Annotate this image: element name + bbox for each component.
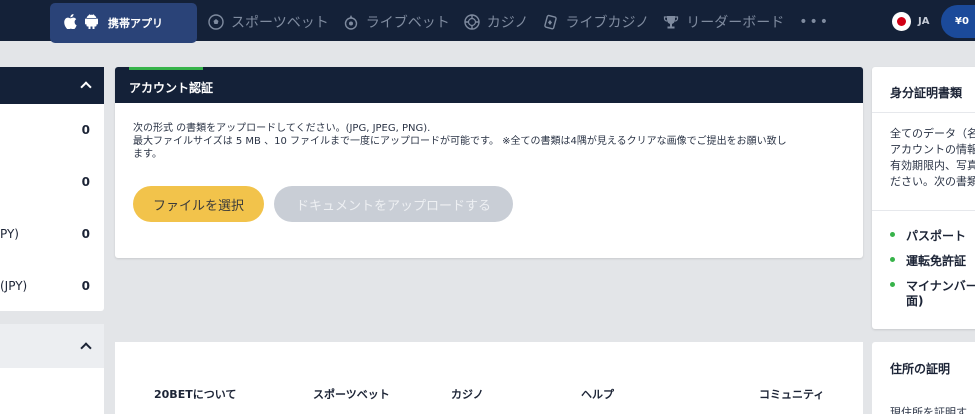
nav-item-sports[interactable]: スポーツベット — [207, 12, 329, 32]
balance-row: 0 — [0, 156, 104, 208]
verification-header: アカウント認証 — [115, 67, 863, 103]
description-line: 全てのデータ（名 — [890, 127, 975, 140]
footer-link-casino[interactable]: カジノ — [451, 386, 484, 402]
soccer-ball-icon — [207, 13, 225, 31]
balance-row-label: (JPY) — [0, 279, 28, 293]
trophy-icon — [662, 13, 680, 31]
balance-button[interactable]: ¥0 — [941, 5, 975, 38]
nav-item-label: リーダーボード — [686, 14, 785, 31]
footer-link-community[interactable]: コミュニティ — [759, 386, 824, 402]
balance-panel-header[interactable] — [0, 67, 104, 104]
account-verification-card: アカウント認証 次の形式 の書類をアップロードしてください。(JPG, JPEG… — [115, 67, 863, 258]
main-nav: スポーツベット ライブベット カジノ ライブカジノ リーダーボード ••• — [207, 0, 830, 43]
choose-file-button[interactable]: ファイルを選択 — [133, 186, 264, 222]
balance-row-label: PY) — [0, 227, 19, 241]
divider — [872, 210, 975, 211]
cards-icon — [541, 13, 559, 31]
mobile-app-label: 携帯アプリ — [108, 17, 163, 30]
balance-row-value: 0 — [81, 123, 90, 137]
verification-title: アカウント認証 — [129, 81, 214, 95]
mobile-app-button[interactable]: 携帯アプリ — [50, 3, 197, 43]
footer-link-sports[interactable]: スポーツベット — [313, 386, 390, 402]
live-bet-icon — [342, 13, 360, 31]
nav-item-casino[interactable]: カジノ — [463, 12, 529, 32]
nav-item-live-bet[interactable]: ライブベット — [342, 12, 450, 32]
nav-item-leaderboard[interactable]: リーダーボード — [662, 12, 784, 32]
id-documents-description: 全てのデータ（名 アカウントの情報 有効期限内、写真 ださい。次の書類 — [890, 126, 975, 190]
nav-item-label: ライブカジノ — [565, 14, 650, 31]
upload-instructions: 次の形式 の書類をアップロードしてください。(JPG, JPEG, PNG). … — [133, 122, 848, 161]
doc-item-label: マイナンバー — [906, 279, 975, 293]
doc-item-continuation: 面) — [906, 294, 924, 308]
secondary-panel-header[interactable] — [0, 324, 104, 368]
doc-item-label: パスポート — [906, 229, 967, 243]
doc-item-label: 運転免許証 — [906, 254, 967, 268]
chevron-up-icon — [80, 342, 92, 354]
instruction-line: 次の形式 の書類をアップロードしてください。(JPG, JPEG, PNG). — [133, 123, 431, 134]
balance-row-value: 0 — [81, 279, 90, 293]
nav-item-label: スポーツベット — [231, 14, 329, 31]
address-proof-card: 住所の証明 現住所を証明す — [872, 342, 975, 414]
chevron-up-icon — [80, 81, 92, 93]
address-proof-title: 住所の証明 — [890, 362, 951, 376]
address-proof-description: 現住所を証明す — [890, 406, 967, 414]
divider — [872, 112, 975, 113]
description-line: ださい。次の書類 — [890, 175, 975, 188]
header-accent-bar — [129, 67, 203, 70]
footer-links: 20BETについて スポーツベット カジノ ヘルプ コミュニティ — [115, 342, 863, 414]
id-documents-title: 身分証明書類 — [890, 86, 963, 100]
balance-row-value: 0 — [81, 227, 90, 241]
bullet-icon — [890, 282, 895, 287]
language-code: JA — [918, 16, 930, 27]
doc-item-drivers-license: 運転免許証 — [890, 254, 966, 268]
upload-document-button[interactable]: ドキュメントをアップロードする — [274, 186, 513, 222]
description-line: 有効期限内、写真 — [890, 159, 975, 172]
casino-chip-icon — [463, 13, 481, 31]
nav-item-label: ライブベット — [365, 14, 450, 31]
balance-row: PY) 0 — [0, 208, 104, 260]
id-documents-card: 身分証明書類 全てのデータ（名 アカウントの情報 有効期限内、写真 ださい。次の… — [872, 67, 975, 329]
japan-flag-icon — [892, 12, 911, 31]
balance-row-value: 0 — [81, 175, 90, 189]
apple-icon — [64, 14, 77, 32]
nav-item-live-casino[interactable]: ライブカジノ — [541, 12, 649, 32]
android-icon — [85, 14, 98, 32]
balance-summary-panel: 0 0 PY) 0 (JPY) 0 — [0, 67, 104, 311]
nav-item-label: カジノ — [486, 14, 529, 31]
bullet-icon — [890, 257, 895, 262]
more-menu-button[interactable]: ••• — [799, 14, 830, 30]
bullet-icon — [890, 232, 895, 237]
instruction-line: 最大ファイルサイズは 5 MB 、10 ファイルまで一度にアップロードが可能です… — [133, 136, 787, 147]
doc-item-passport: パスポート — [890, 229, 966, 243]
balance-row: (JPY) 0 — [0, 260, 104, 312]
instruction-line: ます。 — [133, 149, 162, 160]
language-selector[interactable]: JA — [892, 12, 929, 31]
top-navigation-bar: 携帯アプリ スポーツベット ライブベット カジノ ライブカジノ リーダーボード … — [0, 0, 975, 43]
description-line: アカウントの情報 — [890, 143, 975, 156]
balance-row: 0 — [0, 104, 104, 156]
footer-link-help[interactable]: ヘルプ — [581, 386, 614, 402]
doc-item-my-number: マイナンバー — [890, 279, 975, 293]
footer-link-about[interactable]: 20BETについて — [154, 386, 236, 402]
secondary-left-panel — [0, 324, 104, 414]
